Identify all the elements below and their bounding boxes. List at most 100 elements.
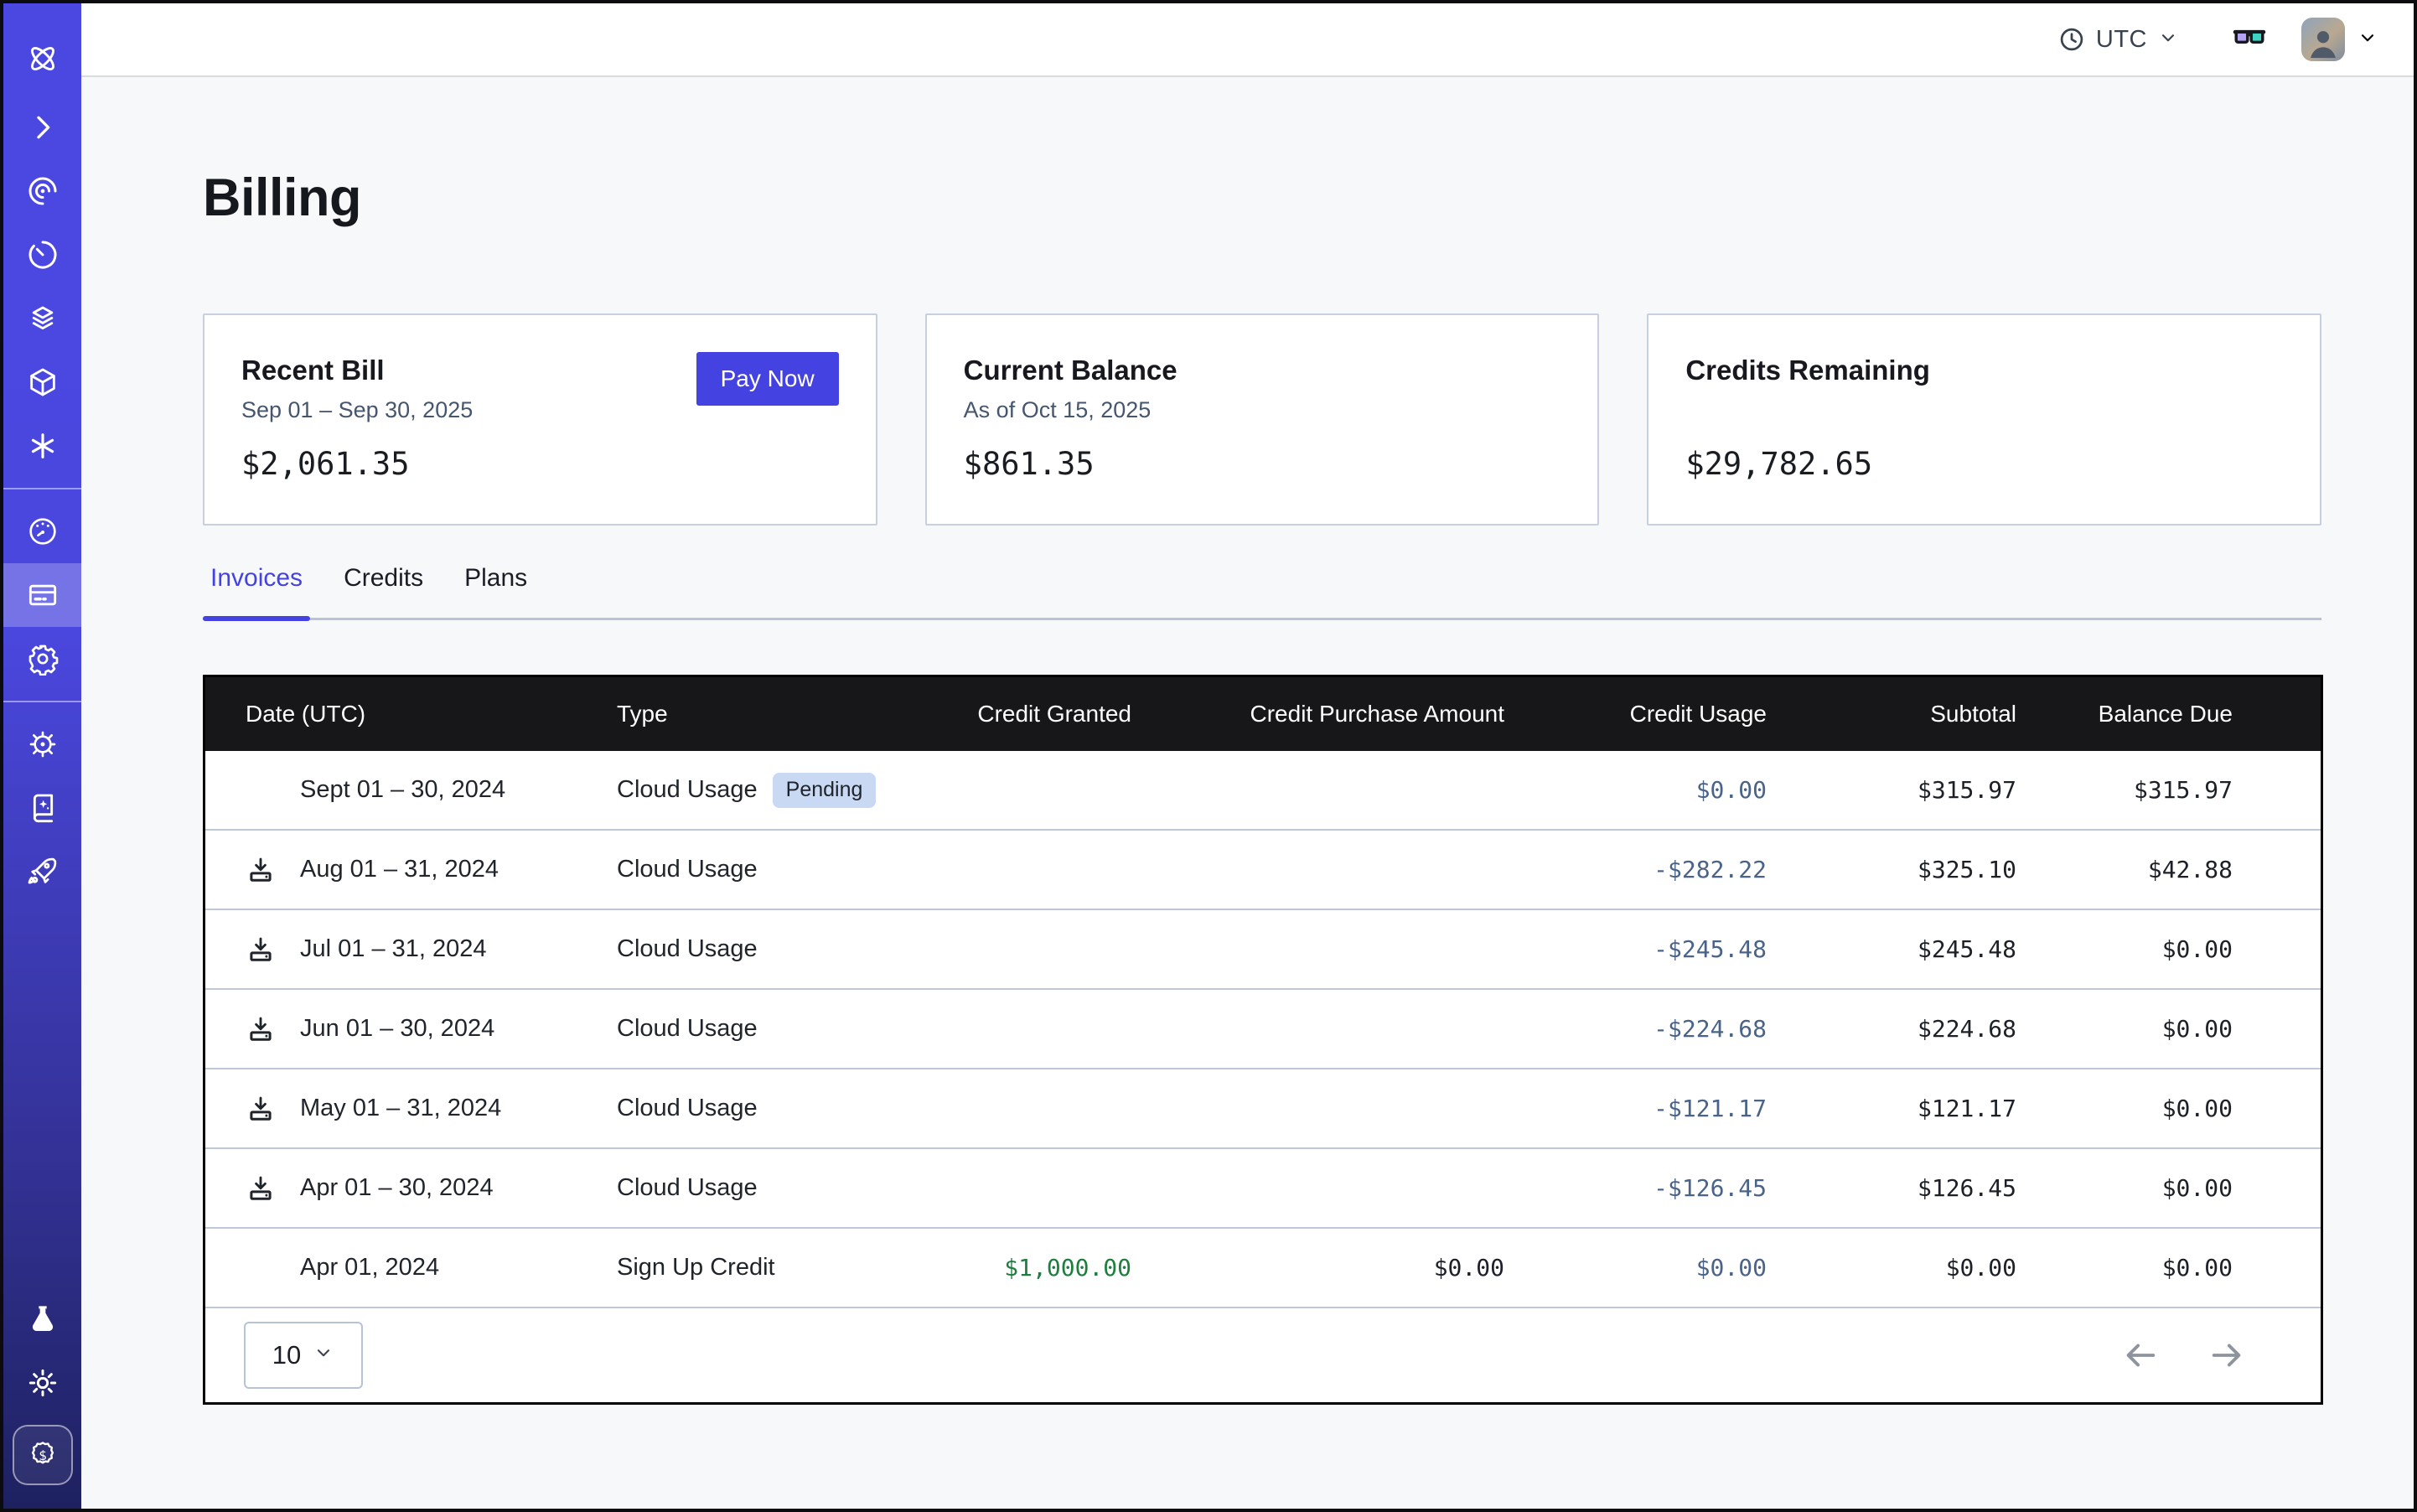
status-badge: Pending bbox=[773, 773, 877, 808]
next-page-button[interactable] bbox=[2205, 1333, 2249, 1377]
invoice-type: Cloud Usage bbox=[617, 1015, 758, 1043]
sidebar-item-flask[interactable] bbox=[3, 1287, 81, 1351]
column-header: Date (UTC) bbox=[205, 701, 617, 728]
clock-icon bbox=[2057, 25, 2086, 54]
sidebar-item-helm[interactable] bbox=[3, 712, 81, 776]
book-sparkle-icon bbox=[26, 791, 60, 825]
sidebar-item-asterisk[interactable] bbox=[3, 414, 81, 478]
gauge-icon bbox=[26, 515, 60, 548]
card-title: Current Balance bbox=[964, 354, 1561, 387]
table-row: Aug 01 – 31, 2024Cloud Usage-$282.22$325… bbox=[205, 831, 2321, 910]
cell-balance: $0.00 bbox=[2016, 1174, 2321, 1202]
sidebar-item-history[interactable] bbox=[3, 223, 81, 287]
sidebar-item-chevron-right[interactable] bbox=[3, 96, 81, 159]
cell-subtotal: $245.48 bbox=[1767, 935, 2016, 963]
card-subtitle: As of Oct 15, 2025 bbox=[964, 396, 1561, 424]
invoice-date: Jul 01 – 31, 2024 bbox=[300, 935, 487, 963]
cell-usage: -$224.68 bbox=[1504, 1015, 1767, 1043]
sidebar-item-book-sparkle[interactable] bbox=[3, 776, 81, 840]
sidebar-spacer bbox=[3, 904, 81, 1287]
sidebar-item-dollar-badge[interactable]: $ bbox=[3, 1415, 81, 1495]
sidebar-item-sun[interactable] bbox=[3, 1351, 81, 1415]
timezone-label: UTC bbox=[2096, 26, 2147, 54]
cell-subtotal: $315.97 bbox=[1767, 776, 2016, 804]
download-invoice-button[interactable] bbox=[246, 1094, 300, 1124]
cell-balance: $0.00 bbox=[2016, 1015, 2321, 1043]
card-subtitle bbox=[1685, 396, 2283, 424]
cell-subtotal: $121.17 bbox=[1767, 1095, 2016, 1122]
card-title: Credits Remaining bbox=[1685, 354, 2283, 387]
tab-credits[interactable]: Credits bbox=[336, 563, 431, 618]
credit-card-icon bbox=[26, 578, 60, 612]
cell-usage: $0.00 bbox=[1504, 776, 1767, 804]
cube-icon bbox=[26, 365, 60, 399]
cell-balance: $42.88 bbox=[2016, 856, 2321, 883]
table-row: Apr 01 – 30, 2024Cloud Usage-$126.45$126… bbox=[205, 1149, 2321, 1229]
sun-icon bbox=[26, 1366, 60, 1400]
sidebar-item-gear[interactable] bbox=[3, 627, 81, 691]
sidebar-item-orbit-logo[interactable] bbox=[3, 3, 81, 96]
glasses-icon bbox=[2231, 19, 2268, 60]
helm-icon bbox=[26, 728, 60, 761]
column-header: Credit Usage bbox=[1504, 701, 1767, 728]
tab-plans[interactable]: Plans bbox=[457, 563, 535, 618]
history-icon bbox=[26, 238, 60, 272]
tab-invoices[interactable]: Invoices bbox=[203, 563, 310, 618]
sidebar-divider bbox=[3, 488, 81, 489]
cell-usage: -$282.22 bbox=[1504, 856, 1767, 883]
billing-tabs: Invoices Credits Plans bbox=[203, 563, 2321, 620]
page-title: Billing bbox=[203, 168, 2321, 228]
gear-icon bbox=[26, 642, 60, 676]
cell-balance: $0.00 bbox=[2016, 1254, 2321, 1282]
cell-usage: $0.00 bbox=[1504, 1254, 1767, 1282]
table-row: Sept 01 – 30, 2024Cloud UsagePending$0.0… bbox=[205, 751, 2321, 831]
recent-bill-card: Recent Bill Sep 01 – Sep 30, 2025 $2,061… bbox=[203, 313, 877, 526]
timezone-selector[interactable]: UTC bbox=[2057, 25, 2179, 54]
current-balance-card: Current Balance As of Oct 15, 2025 $861.… bbox=[925, 313, 1600, 526]
orbit-logo-icon bbox=[23, 39, 62, 78]
radar-icon bbox=[26, 174, 60, 208]
cell-balance: $0.00 bbox=[2016, 935, 2321, 963]
pager bbox=[2119, 1333, 2249, 1377]
dollar-badge-icon: $ bbox=[13, 1425, 73, 1485]
invoice-type: Sign Up Credit bbox=[617, 1254, 775, 1282]
table-footer: 10 bbox=[205, 1308, 2321, 1402]
svg-text:$: $ bbox=[39, 1447, 47, 1463]
cell-balance: $315.97 bbox=[2016, 776, 2321, 804]
invoice-type: Cloud Usage bbox=[617, 776, 758, 804]
sidebar-item-gauge[interactable] bbox=[3, 500, 81, 563]
account-menu[interactable] bbox=[2301, 18, 2378, 61]
download-invoice-button[interactable] bbox=[246, 1173, 300, 1204]
cell-usage: -$121.17 bbox=[1504, 1095, 1767, 1122]
cell-subtotal: $325.10 bbox=[1767, 856, 2016, 883]
card-amount: $861.35 bbox=[964, 446, 1561, 482]
previous-page-button[interactable] bbox=[2119, 1333, 2162, 1377]
page-size-select[interactable]: 10 bbox=[244, 1322, 363, 1389]
card-amount: $29,782.65 bbox=[1685, 446, 2283, 482]
invoice-type: Cloud Usage bbox=[617, 935, 758, 963]
sidebar-item-layers[interactable] bbox=[3, 287, 81, 350]
topbar: UTC bbox=[81, 3, 2414, 77]
column-header: Balance Due bbox=[2016, 701, 2321, 728]
sidebar-divider bbox=[3, 701, 81, 702]
invoice-type: Cloud Usage bbox=[617, 1095, 758, 1122]
layers-icon bbox=[26, 302, 60, 335]
sidebar-item-radar[interactable] bbox=[3, 159, 81, 223]
table-body: Sept 01 – 30, 2024Cloud UsagePending$0.0… bbox=[205, 751, 2321, 1308]
download-invoice-button[interactable] bbox=[246, 855, 300, 885]
asterisk-icon bbox=[26, 429, 60, 463]
table-row: Apr 01, 2024Sign Up Credit$1,000.00$0.00… bbox=[205, 1229, 2321, 1308]
table-header: Date (UTC)TypeCredit GrantedCredit Purch… bbox=[205, 677, 2321, 751]
sidebar-item-rocket[interactable] bbox=[3, 840, 81, 904]
page-size-value: 10 bbox=[272, 1340, 301, 1370]
chevron-down-icon bbox=[2157, 27, 2179, 53]
reader-mode-button[interactable] bbox=[2231, 19, 2268, 60]
download-invoice-button[interactable] bbox=[246, 1014, 300, 1044]
pay-now-button[interactable]: Pay Now bbox=[696, 352, 839, 406]
user-avatar bbox=[2301, 18, 2345, 61]
download-invoice-button[interactable] bbox=[246, 935, 300, 965]
sidebar-item-credit-card[interactable] bbox=[3, 563, 81, 627]
cell-usage: -$126.45 bbox=[1504, 1174, 1767, 1202]
cell-balance: $0.00 bbox=[2016, 1095, 2321, 1122]
sidebar-item-cube[interactable] bbox=[3, 350, 81, 414]
